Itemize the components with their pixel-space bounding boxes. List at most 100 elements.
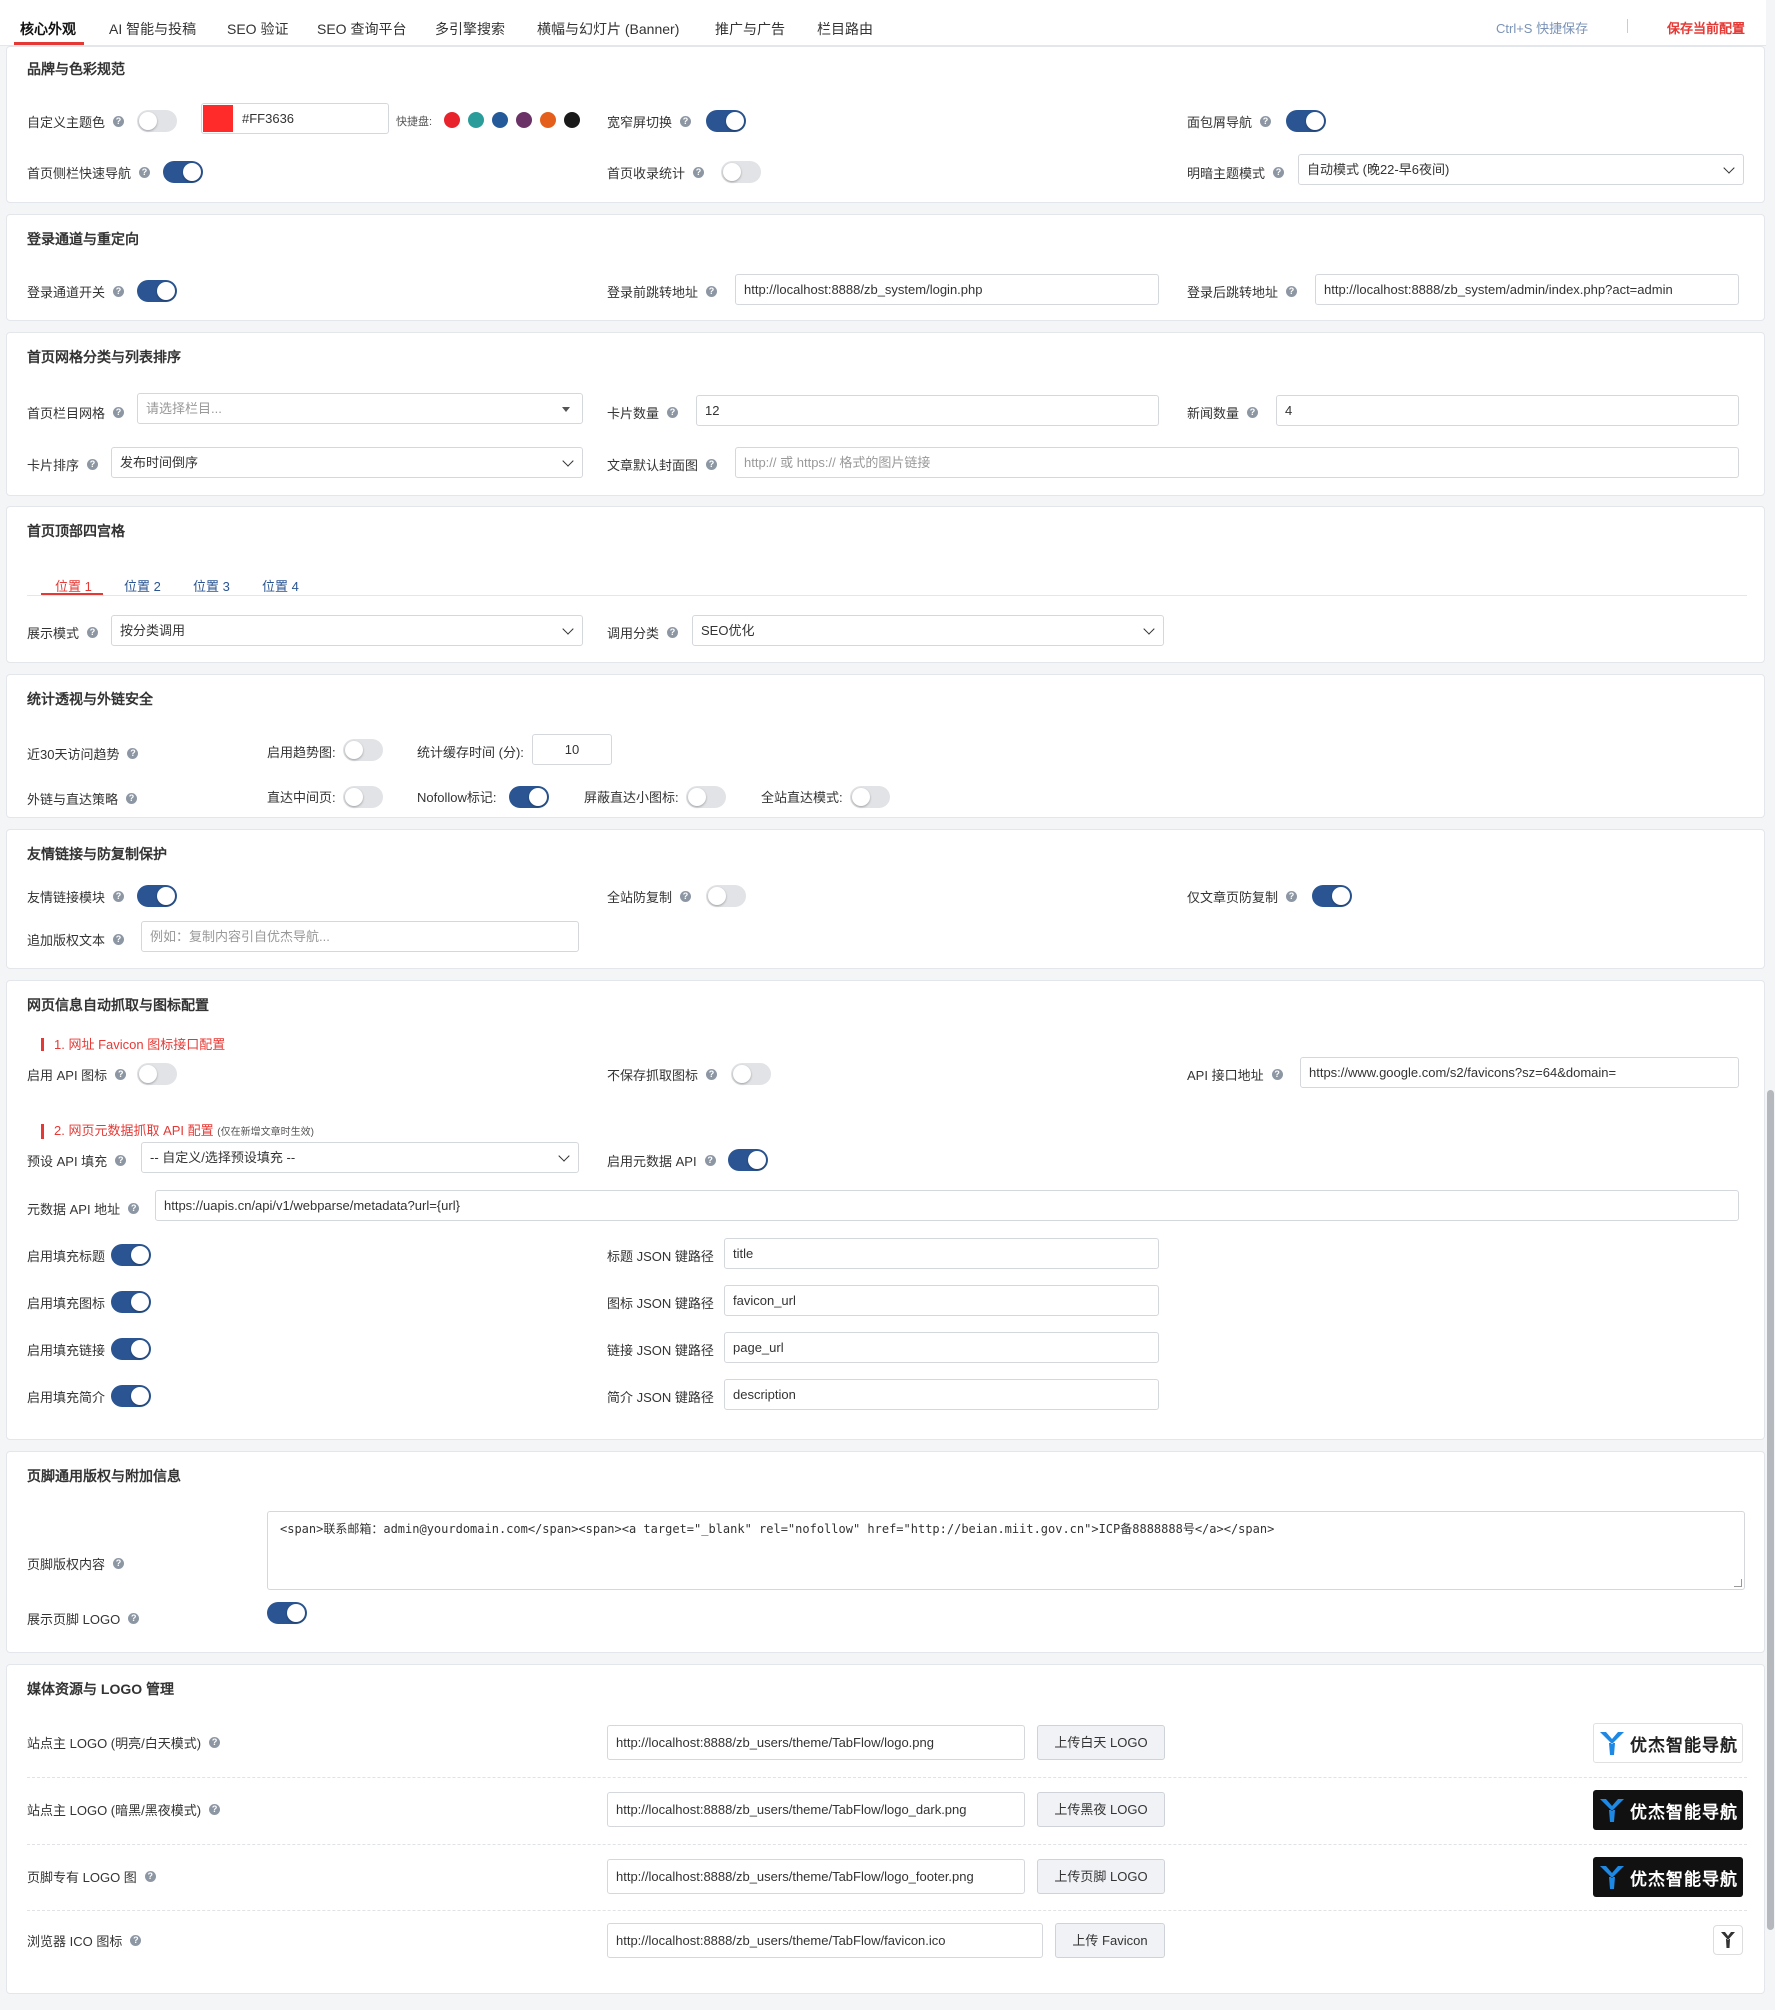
article-copy-switch[interactable] <box>1312 885 1352 907</box>
footer-logo-input[interactable]: http://localhost:8888/zb_users/theme/Tab… <box>607 1859 1025 1894</box>
card-sort-select[interactable]: 发布时间倒序 <box>111 447 583 478</box>
help-icon: ? <box>127 748 139 759</box>
theme-color-input[interactable]: #FF3636 <box>201 103 389 134</box>
position-tab-3[interactable]: 位置 3 <box>193 576 230 595</box>
upload-favicon-button[interactable]: 上传 Favicon <box>1055 1923 1165 1958</box>
fetch-card: 网页信息自动抓取与图标配置 1. 网址 Favicon 图标接口配置 启用 AP… <box>6 980 1765 1440</box>
footer-content-textarea[interactable]: <span>联系邮箱：admin@yourdomain.com</span><s… <box>267 1511 1745 1590</box>
dark-logo-input[interactable]: http://localhost:8888/zb_users/theme/Tab… <box>607 1792 1025 1827</box>
call-cat-select[interactable]: SEO优化 <box>692 615 1164 646</box>
card-title: 网页信息自动抓取与图标配置 <box>27 997 209 1013</box>
help-icon: ? <box>130 1935 142 1946</box>
news-count-input[interactable]: 4 <box>1276 395 1739 426</box>
site-direct-switch[interactable] <box>850 786 890 808</box>
meta-api-switch[interactable] <box>728 1149 768 1171</box>
display-mode-select[interactable]: 按分类调用 <box>111 615 583 646</box>
upload-dark-logo-button[interactable]: 上传黑夜 LOGO <box>1037 1792 1165 1827</box>
trend-switch-label: 启用趋势图: <box>267 745 336 760</box>
upload-footer-logo-button[interactable]: 上传页脚 LOGO <box>1037 1859 1165 1894</box>
breadcrumb-switch[interactable] <box>1286 110 1326 132</box>
cache-input[interactable]: 10 <box>532 734 612 765</box>
login-after-label: 登录后跳转地址? <box>1187 282 1298 301</box>
scrollbar-thumb[interactable] <box>1767 1090 1774 1930</box>
help-icon: ? <box>113 891 125 902</box>
card-title: 友情链接与防复制保护 <box>27 846 167 862</box>
api-icon-switch[interactable] <box>137 1063 177 1085</box>
card-title: 统计透视与外链安全 <box>27 691 153 707</box>
link-key-input[interactable]: page_url <box>724 1332 1159 1363</box>
position-tab-4[interactable]: 位置 4 <box>262 576 299 595</box>
quick-palette-label: 快捷盘: <box>396 116 433 128</box>
login-before-input[interactable]: http://localhost:8888/zb_system/login.ph… <box>735 274 1159 305</box>
custom-theme-switch[interactable] <box>137 110 177 132</box>
no-save-label: 不保存抓取图标? <box>607 1065 718 1084</box>
tab-seo-verify[interactable]: SEO 验证 <box>227 19 288 39</box>
tab-ai[interactable]: AI 智能与投稿 <box>109 19 196 39</box>
help-icon: ? <box>128 1613 140 1624</box>
cover-input[interactable]: http:// 或 https:// 格式的图片链接 <box>735 447 1739 478</box>
fill-desc-label: 启用填充简介 <box>27 1390 106 1405</box>
index-stat-switch[interactable] <box>721 161 761 183</box>
grid-card: 首页网格分类与列表排序 首页栏目网格? 请选择栏目... 卡片数量? 12 新闻… <box>6 332 1765 496</box>
all-copy-switch[interactable] <box>706 885 746 907</box>
meta-addr-label: 元数据 API 地址? <box>27 1199 140 1218</box>
tab-multi-search[interactable]: 多引擎搜索 <box>435 19 505 39</box>
middle-switch[interactable] <box>343 786 383 808</box>
login-after-input[interactable]: http://localhost:8888/zb_system/admin/in… <box>1315 274 1739 305</box>
card-count-input[interactable]: 12 <box>696 395 1159 426</box>
card-title: 首页网格分类与列表排序 <box>27 349 181 365</box>
link-module-switch[interactable] <box>137 885 177 907</box>
fill-desc-switch[interactable] <box>111 1385 151 1407</box>
tab-banner[interactable]: 横幅与幻灯片 (Banner) <box>537 19 679 39</box>
light-logo-input[interactable]: http://localhost:8888/zb_users/theme/Tab… <box>607 1725 1025 1760</box>
theme-color-swatch[interactable] <box>203 105 233 132</box>
active-tab-indicator <box>14 42 84 45</box>
dark-logo-label: 站点主 LOGO (暗黑/黑夜模式)? <box>27 1800 221 1819</box>
swatch-teal[interactable] <box>468 112 484 128</box>
swatch-red[interactable] <box>444 112 460 128</box>
hide-icon-switch[interactable] <box>686 786 726 808</box>
footer-logo-switch[interactable] <box>267 1602 307 1624</box>
tab-seo-query[interactable]: SEO 查询平台 <box>317 19 406 39</box>
help-icon: ? <box>1286 286 1298 297</box>
login-switch[interactable] <box>137 280 177 302</box>
fill-title-switch[interactable] <box>111 1244 151 1266</box>
copyright-input[interactable]: 例如：复制内容引自优杰导航... <box>141 921 579 952</box>
tab-divider <box>27 595 1747 596</box>
card-sort-label: 卡片排序? <box>27 455 99 474</box>
grid-cat-select[interactable]: 请选择栏目... <box>137 393 583 424</box>
swatch-black[interactable] <box>564 112 580 128</box>
fill-link-switch[interactable] <box>111 1338 151 1360</box>
news-count-label: 新闻数量? <box>1187 403 1259 422</box>
fill-icon-switch[interactable] <box>111 1291 151 1313</box>
save-config-button[interactable]: 保存当前配置 <box>1667 18 1745 37</box>
help-icon: ? <box>706 1069 718 1080</box>
nofollow-switch[interactable] <box>509 786 549 808</box>
swatch-orange[interactable] <box>540 112 556 128</box>
position-tab-2[interactable]: 位置 2 <box>124 576 161 595</box>
theme-mode-select[interactable]: 自动模式 (晚22-早6夜间) <box>1298 154 1744 185</box>
sidebar-nav-switch[interactable] <box>163 161 203 183</box>
login-card: 登录通道与重定向 登录通道开关? 登录前跳转地址? http://localho… <box>6 214 1765 321</box>
api-addr-input[interactable]: https://www.google.com/s2/favicons?sz=64… <box>1300 1057 1739 1088</box>
favicon-input[interactable]: http://localhost:8888/zb_users/theme/Tab… <box>607 1923 1043 1958</box>
swatch-blue[interactable] <box>492 112 508 128</box>
swatch-purple[interactable] <box>516 112 532 128</box>
trend-switch[interactable] <box>343 739 383 761</box>
no-save-switch[interactable] <box>731 1063 771 1085</box>
tab-ads[interactable]: 推广与广告 <box>715 19 785 39</box>
preset-select[interactable]: -- 自定义/选择预设填充 -- <box>141 1142 579 1173</box>
tab-core-appearance[interactable]: 核心外观 <box>20 19 76 39</box>
desc-key-input[interactable]: description <box>724 1379 1159 1410</box>
icon-key-input[interactable]: favicon_url <box>724 1285 1159 1316</box>
wide-switch-toggle[interactable] <box>706 110 746 132</box>
tab-routes[interactable]: 栏目路由 <box>817 19 873 39</box>
meta-addr-input[interactable]: https://uapis.cn/api/v1/webparse/metadat… <box>155 1190 1739 1221</box>
help-icon: ? <box>115 1155 127 1166</box>
metadata-section-heading: 2. 网页元数据抓取 API 配置 (仅在新增文章时生效) <box>41 1124 314 1139</box>
footer-logo-label: 展示页脚 LOGO? <box>27 1609 140 1628</box>
upload-light-logo-button[interactable]: 上传白天 LOGO <box>1037 1725 1165 1760</box>
title-key-input[interactable]: title <box>724 1238 1159 1269</box>
link-module-label: 友情链接模块? <box>27 887 125 906</box>
theme-mode-label: 明暗主题模式? <box>1187 163 1285 182</box>
